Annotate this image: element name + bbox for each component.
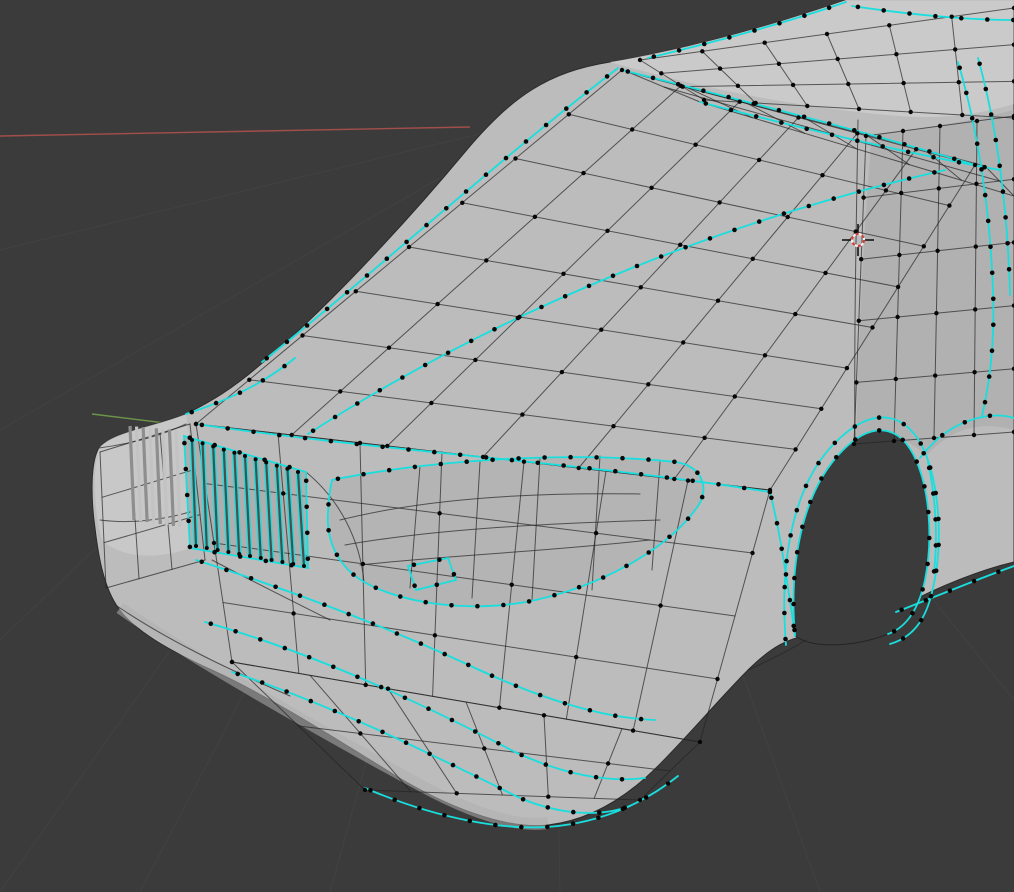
blender-3d-viewport[interactable]	[0, 0, 1014, 892]
viewport-canvas[interactable]	[0, 0, 1014, 892]
